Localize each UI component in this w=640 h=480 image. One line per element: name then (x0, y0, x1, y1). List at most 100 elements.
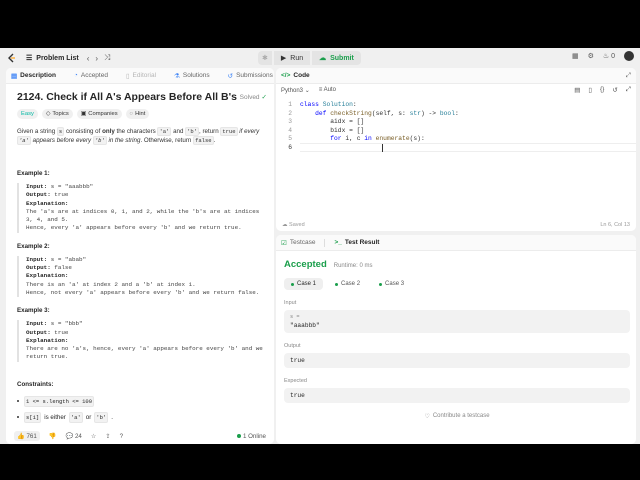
streak-counter[interactable]: ♨ 0 (603, 52, 615, 60)
verdict: Accepted (284, 259, 327, 270)
case-tab-2[interactable]: Case 2 (328, 278, 367, 290)
line-number: 4 (288, 126, 292, 134)
tab-submissions[interactable]: ↺ Submissions (228, 72, 273, 80)
like-button[interactable]: 👍 761 (14, 431, 40, 441)
description-tabs: ▤ Description ◔ Accepted ▯ Editorial ⚗ Solut… (6, 68, 274, 84)
leetcode-logo[interactable] (6, 53, 16, 63)
dislike-button[interactable]: 👎 (49, 432, 57, 440)
tab-testcase[interactable]: ☑ Testcase (281, 239, 315, 247)
case-tab-1[interactable]: Case 1 (284, 278, 324, 290)
star-icon[interactable]: ☆ (91, 433, 97, 440)
input-label: Input (284, 300, 297, 306)
lock-icon: ▣ (80, 110, 87, 117)
contribute-testcase-link[interactable]: ♡ Contribute a testcase (284, 413, 630, 420)
tab-accepted[interactable]: ◔ Accepted (74, 72, 108, 79)
settings-icon[interactable]: ⚙ (588, 52, 594, 60)
terminal-icon: >_ (334, 239, 342, 246)
tab-test-result[interactable]: >_ Test Result (334, 239, 379, 246)
result-tabs: ☑ Testcase >_ Test Result (276, 235, 636, 251)
output-box: true (284, 353, 630, 368)
cloud-icon: ☁ (282, 222, 288, 228)
note-icon[interactable]: ▤ (574, 86, 580, 94)
code-header: </> Code ⤢ (276, 68, 636, 84)
maximize-icon[interactable]: ⤢ (626, 72, 631, 80)
flask-icon: ⚗ (174, 72, 180, 80)
hint-tag[interactable]: ◌ Hint (125, 109, 150, 119)
example-3: Example 3: Input: s = "bbb" Output: true… (17, 306, 267, 362)
check-circle-icon: ✓ (261, 94, 267, 101)
problem-tags: Easy ◇ Topics ▣ Companies ◌ Hint (17, 109, 267, 119)
output-label: Output (284, 343, 301, 349)
tag-icon: ◇ (45, 110, 51, 117)
user-actions: ▦ ⚙ ♨ 0 (572, 51, 634, 61)
language-select[interactable]: Python3 ⌄ (281, 87, 310, 94)
code-editor[interactable]: 1 2 3 4 5 6 class Solution: def checkStr… (276, 97, 636, 217)
comments-button[interactable]: 💬 24 (66, 432, 82, 440)
problem-list-button[interactable]: ☰ Problem List (26, 54, 79, 63)
code-brackets-icon: </> (281, 72, 291, 79)
online-count: 1 Online (236, 433, 266, 440)
layout-icon[interactable]: ▦ (572, 52, 579, 60)
expected-label: Expected (284, 378, 307, 384)
play-icon: ▶ (280, 55, 287, 62)
auto-toggle[interactable]: ≡ Auto (319, 87, 336, 93)
companies-tag[interactable]: ▣ Companies (76, 109, 122, 119)
description-footer: 👍 761 👎 💬 24 ☆ ⇪ ? 1 Online (6, 428, 274, 444)
line-number: 5 (288, 135, 292, 142)
tab-description[interactable]: ▤ Description (11, 72, 56, 80)
bug-icon: ✱ (262, 55, 268, 62)
problem-description: 2124. Check if All A's Appears Before Al… (6, 84, 274, 432)
saved-status: ☁ Saved (282, 222, 305, 228)
code-line: class Solution: (300, 101, 357, 108)
solved-status: Solved ✓ (239, 94, 267, 101)
book-icon: ▯ (125, 72, 130, 80)
history-icon: ↺ (227, 72, 234, 80)
line-number: 1 (288, 101, 292, 108)
example-1: Example 1: Input: s = "aaabbb" Output: t… (17, 169, 267, 233)
code-tab[interactable]: </> Code (281, 72, 310, 79)
reset-icon[interactable]: ↺ (612, 86, 617, 94)
input-box: s = "aaabbb" (284, 310, 630, 333)
clock-icon: ◔ (73, 72, 78, 79)
format-braces-icon[interactable]: {} (600, 86, 604, 94)
lock-icon: ≡ (318, 87, 323, 93)
result-body: Accepted Runtime: 0 ms Case 1 Case 2 Cas… (284, 259, 630, 420)
shuffle-icon[interactable]: ⤨ (104, 53, 110, 63)
constraints-heading: Constraints: (17, 380, 54, 388)
line-number: 2 (288, 109, 292, 117)
heart-icon: ♡ (424, 414, 430, 420)
code-panel: </> Code ⤢ Python3 ⌄ ≡ Auto ▤ ▯ {} ↺ ⤢ 1 … (276, 68, 636, 231)
constraint-item: s[i] is either 'a' or 'b'. (17, 411, 267, 423)
constraint-item: 1 <= s.length <= 100 (17, 395, 267, 407)
avatar[interactable] (624, 51, 634, 61)
bookmark-icon[interactable]: ▯ (588, 86, 592, 94)
code-line: def checkString(self, s: str) -> bool: (300, 109, 459, 117)
thumbs-up-icon: 👍 (17, 433, 25, 440)
problem-title[interactable]: 2124. Check if All A's Appears Before Al… (17, 92, 237, 103)
code-toolbar: Python3 ⌄ ≡ Auto ▤ ▯ {} ↺ ⤢ (276, 84, 636, 96)
case-tab-3[interactable]: Case 3 (372, 278, 411, 290)
cursor-position: Ln 6, Col 13 (600, 222, 630, 228)
line-number: 3 (288, 118, 292, 125)
share-icon[interactable]: ⇪ (105, 433, 110, 440)
code-line: bidx = [] (300, 126, 365, 134)
top-navigation: ☰ Problem List ‹ › ⤨ ✱ ▶ Run ☁ Submit ▦ … (0, 48, 640, 68)
tab-solutions[interactable]: ⚗ Solutions (174, 72, 210, 80)
expected-box: true (284, 388, 630, 403)
topics-tag[interactable]: ◇ Topics (41, 109, 73, 119)
fullscreen-icon[interactable]: ⤢ (626, 86, 631, 94)
help-icon[interactable]: ? (120, 433, 123, 440)
previous-problem-icon[interactable]: ‹ (87, 54, 90, 63)
debug-button[interactable]: ✱ (258, 51, 272, 65)
text-cursor (382, 143, 383, 152)
description-panel: ▤ Description ◔ Accepted ▯ Editorial ⚗ Solut… (6, 68, 274, 444)
next-problem-icon[interactable]: › (95, 54, 98, 63)
case-tabs: Case 1 Case 2 Case 3 (284, 278, 630, 290)
run-button[interactable]: ▶ Run (273, 51, 311, 65)
upload-icon: ☁ (319, 55, 327, 62)
submit-button[interactable]: ☁ Submit (312, 51, 361, 65)
difficulty-badge: Easy (17, 109, 38, 119)
problem-statement: Given a string s consisting of only the … (17, 127, 260, 145)
tab-editorial[interactable]: ▯ Editorial (126, 72, 156, 80)
code-line (300, 143, 383, 153)
